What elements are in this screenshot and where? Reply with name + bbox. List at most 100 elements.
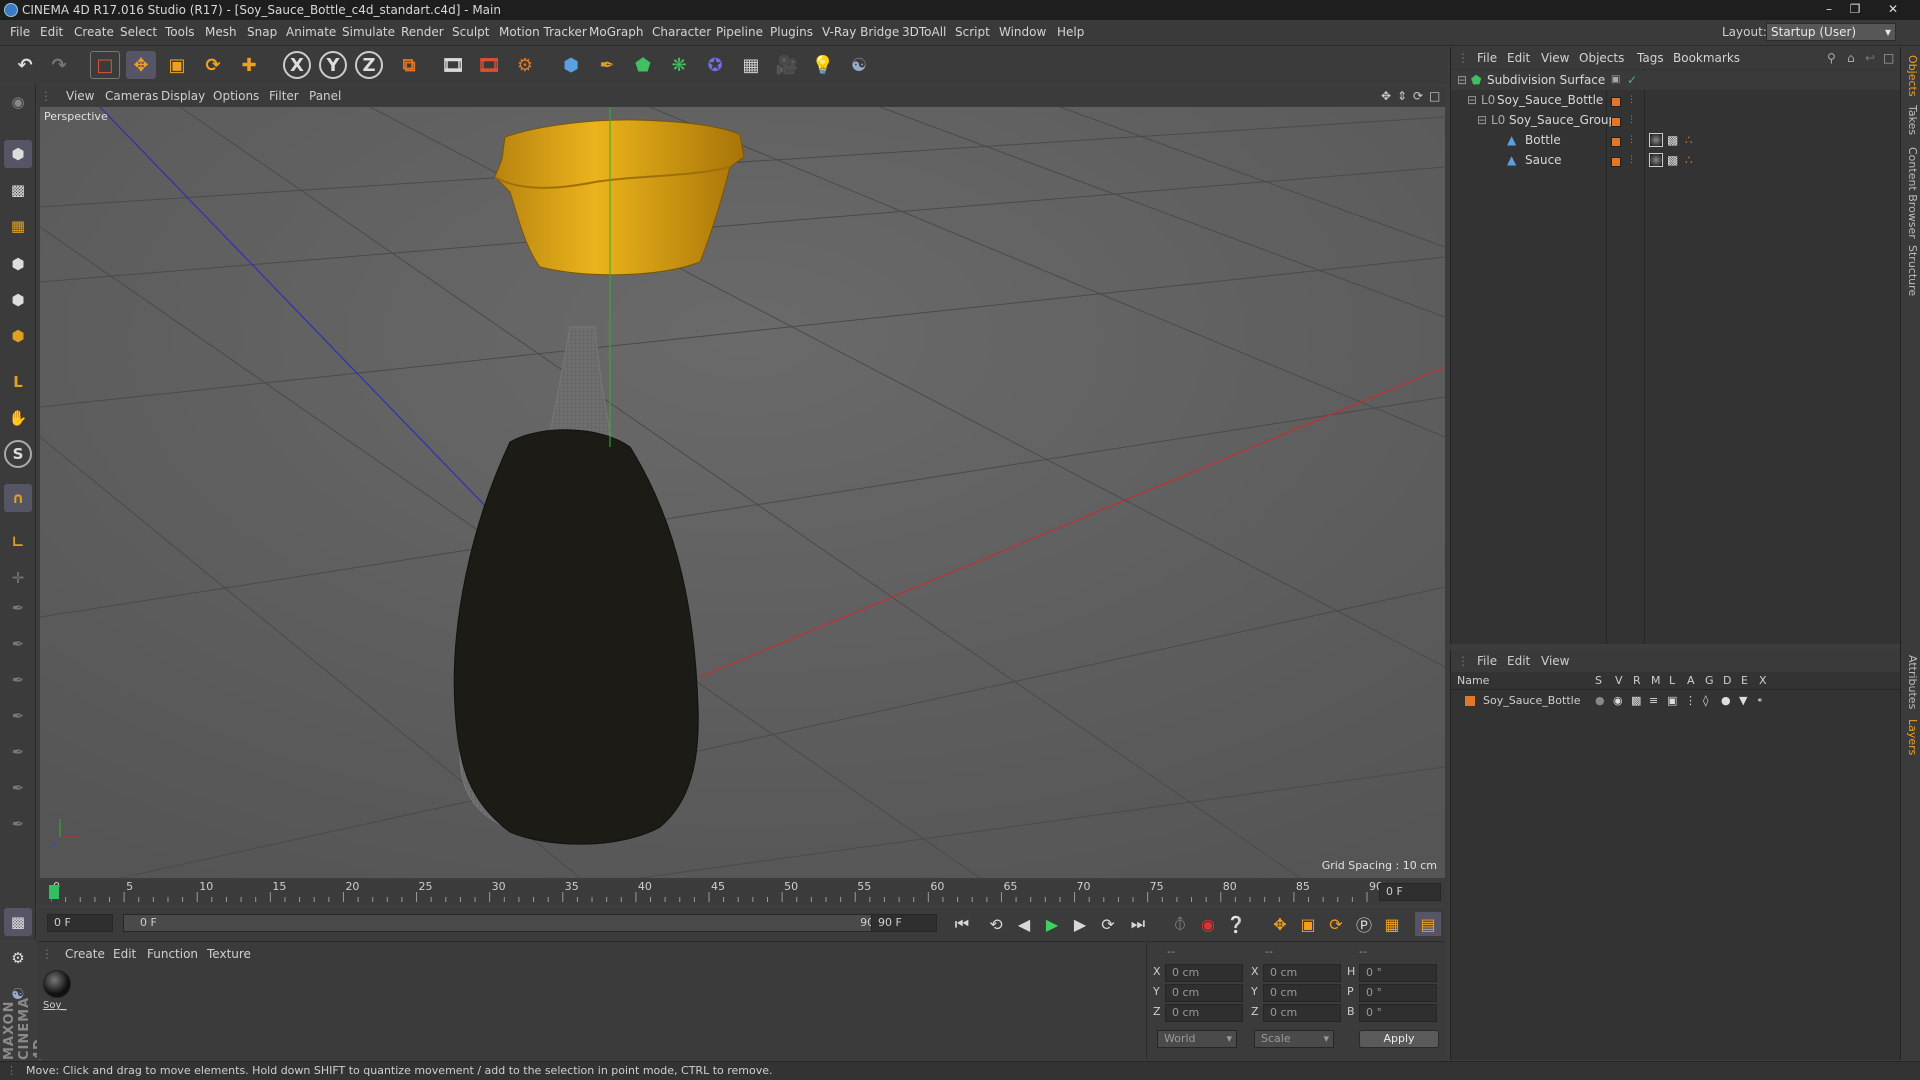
record-active-icon[interactable]: ◉: [1195, 912, 1221, 936]
material-menu-function[interactable]: Function: [147, 947, 198, 961]
object-name[interactable]: Sauce: [1525, 150, 1562, 170]
visibility-dots-icon[interactable]: ⋮: [1627, 110, 1636, 130]
paint-icon[interactable]: ▩: [4, 908, 32, 936]
deformer-toggle-icon[interactable]: ●: [1721, 692, 1731, 710]
object-menu-bookmarks[interactable]: Bookmarks: [1673, 51, 1740, 65]
uvw-tag-icon[interactable]: ▩: [1667, 130, 1678, 150]
axis-mode-icon[interactable]: L: [4, 368, 32, 396]
end-frame-field[interactable]: 90 F: [871, 914, 937, 932]
subdivision-surface-icon[interactable]: ⬟: [628, 51, 658, 79]
object-row-bottle[interactable]: ▲ Bottle ⋮ ▩ ∴: [1451, 130, 1901, 150]
record-pla-icon[interactable]: ▦: [1379, 912, 1405, 936]
animation-toggle-icon[interactable]: ⋮: [1685, 692, 1696, 710]
menu-window[interactable]: Window: [999, 25, 1046, 39]
object-menu-objects[interactable]: Objects: [1579, 51, 1624, 65]
layer-menu-view[interactable]: View: [1541, 654, 1569, 668]
keyframe-selection-icon[interactable]: ⦽: [1167, 912, 1193, 936]
search-icon[interactable]: ⚲: [1827, 51, 1836, 65]
rotate-tool-icon[interactable]: ⟳: [198, 51, 228, 79]
deformer-icon[interactable]: ✪: [700, 51, 730, 79]
light-icon[interactable]: 💡: [808, 51, 838, 79]
minimize-icon[interactable]: –: [1816, 1, 1842, 17]
back-icon[interactable]: ↩: [1865, 51, 1875, 65]
zoom-view-icon[interactable]: ⇕: [1397, 89, 1407, 103]
menu-mograph[interactable]: MoGraph: [589, 25, 644, 39]
collapse-icon[interactable]: ⊟: [1477, 110, 1487, 130]
visibility-dots-icon[interactable]: ⋮: [1627, 150, 1636, 170]
uvw-tag-icon[interactable]: ▩: [1667, 150, 1678, 170]
tweak-mode-icon[interactable]: ✋: [4, 404, 32, 432]
manager-toggle-icon[interactable]: ≡: [1649, 692, 1658, 710]
menu-pipeline[interactable]: Pipeline: [716, 25, 763, 39]
layer-color-swatch[interactable]: [1611, 151, 1621, 171]
generator-toggle-icon[interactable]: ◊: [1703, 692, 1708, 710]
magnet-icon[interactable]: ∩: [4, 484, 32, 512]
workplane-icon[interactable]: ∟: [4, 528, 32, 556]
model-mode-icon[interactable]: ⬢: [4, 140, 32, 168]
coord-mode-select[interactable]: World ▾: [1157, 1030, 1237, 1048]
coord-value-field[interactable]: 0 °: [1359, 964, 1437, 982]
menu-edit[interactable]: Edit: [40, 25, 63, 39]
sculpt-smooth-icon[interactable]: ✒: [4, 666, 32, 694]
play-icon[interactable]: ▶: [1039, 912, 1065, 936]
layer-color-swatch[interactable]: [1465, 696, 1475, 706]
menu-create[interactable]: Create: [74, 25, 114, 39]
render-view-icon[interactable]: 🎞: [438, 51, 468, 79]
close-icon[interactable]: ✕: [1880, 1, 1906, 17]
layer-name[interactable]: Soy_Sauce_Bottle: [1483, 692, 1580, 710]
points-mode-icon[interactable]: ⬢: [4, 250, 32, 278]
collapse-icon[interactable]: ⊟: [1457, 70, 1467, 90]
object-name[interactable]: Soy_Sauce_Group: [1509, 110, 1616, 130]
layer-tag-icon[interactable]: ▣: [1611, 70, 1620, 90]
visibility-dots-icon[interactable]: ⋮: [1627, 90, 1636, 110]
viewport-menu-options[interactable]: Options: [213, 89, 259, 103]
snap-icon[interactable]: S: [4, 440, 32, 468]
y-axis-icon[interactable]: Y: [319, 51, 347, 79]
record-parameter-icon[interactable]: Ⓟ: [1351, 912, 1377, 936]
enabled-check-icon[interactable]: ✓: [1627, 70, 1637, 90]
redo-icon[interactable]: ↷: [44, 51, 74, 79]
menu-sculpt[interactable]: Sculpt: [452, 25, 489, 39]
timeline-ruler[interactable]: 051015202530354045505560657075808590 0 F: [37, 880, 1445, 904]
autokeying-icon[interactable]: ❔: [1223, 912, 1249, 936]
menu-mesh[interactable]: Mesh: [205, 25, 237, 39]
material-menu-texture[interactable]: Texture: [207, 947, 251, 961]
material-swatch[interactable]: [43, 970, 71, 998]
coordinate-system-icon[interactable]: ⧉: [394, 51, 424, 79]
python-icon[interactable]: ☯: [844, 51, 874, 79]
coord-value-field[interactable]: 0 cm: [1165, 984, 1243, 1002]
locked-workplane-icon[interactable]: ✛: [4, 564, 32, 592]
object-name[interactable]: Bottle: [1525, 130, 1561, 150]
phong-tag-icon[interactable]: ∴: [1685, 130, 1693, 150]
render-settings-icon[interactable]: ⚙: [510, 51, 540, 79]
menu-help[interactable]: Help: [1057, 25, 1084, 39]
coord-value-field[interactable]: 0 cm: [1263, 964, 1341, 982]
object-menu-tags[interactable]: Tags: [1637, 51, 1664, 65]
render-picture-viewer-icon[interactable]: 🎞: [474, 51, 504, 79]
object-row-subdivision-surface[interactable]: ⊟ ⬟ Subdivision Surface ▣ ✓: [1451, 70, 1901, 90]
coord-value-field[interactable]: 0 cm: [1263, 1004, 1341, 1022]
coord-value-field[interactable]: 0 cm: [1165, 964, 1243, 982]
material-menu-create[interactable]: Create: [65, 947, 105, 961]
record-scale-icon[interactable]: ▣: [1295, 912, 1321, 936]
layout-select[interactable]: Startup (User) ▾: [1766, 23, 1896, 41]
apply-button[interactable]: Apply: [1359, 1030, 1439, 1048]
layer-color-swatch[interactable]: [1611, 111, 1621, 131]
solo-toggle-icon[interactable]: ●: [1595, 692, 1605, 710]
object-menu-edit[interactable]: Edit: [1507, 51, 1530, 65]
record-rotation-icon[interactable]: ⟳: [1323, 912, 1349, 936]
next-key-icon[interactable]: ⟳: [1095, 912, 1121, 936]
object-row-sauce[interactable]: ▲ Sauce ⋮ ▩ ∴: [1451, 150, 1901, 170]
sculpt-pinch-icon[interactable]: ✒: [4, 702, 32, 730]
layer-color-swatch[interactable]: [1611, 91, 1621, 111]
go-to-end-icon[interactable]: ⏭: [1125, 912, 1151, 936]
menu-snap[interactable]: Snap: [247, 25, 277, 39]
coord-value-field[interactable]: 0 °: [1359, 1004, 1437, 1022]
coord-value-field[interactable]: 0 cm: [1165, 1004, 1243, 1022]
sculpt-brush-icon[interactable]: ✒: [4, 594, 32, 622]
recent-tool-icon[interactable]: ✚: [234, 51, 264, 79]
expression-toggle-icon[interactable]: ▼: [1739, 692, 1747, 710]
sculpt-grab-icon[interactable]: ✒: [4, 810, 32, 838]
coord-value-field[interactable]: 0 cm: [1263, 984, 1341, 1002]
object-row-soy-sauce-group[interactable]: ⊟ L0 Soy_Sauce_Group ⋮: [1451, 110, 1901, 130]
